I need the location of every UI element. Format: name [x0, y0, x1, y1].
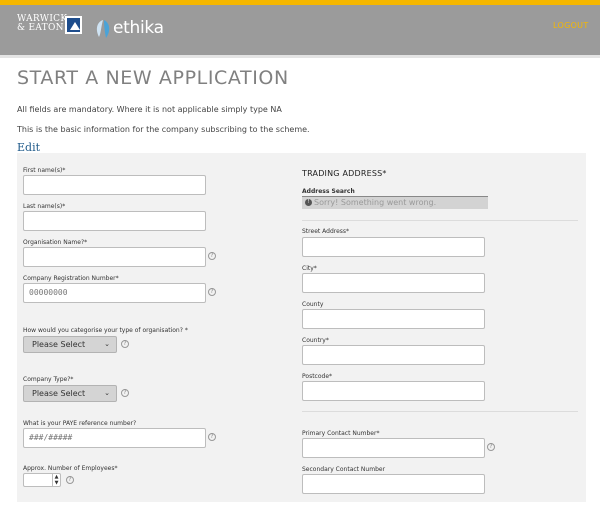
help-icon[interactable]: ? [66, 476, 74, 484]
company-reg-label: Company Registration Number* [23, 275, 119, 282]
country-field[interactable] [302, 345, 485, 365]
ethika-logo-text: ethika [113, 18, 164, 38]
address-search-error: ! Sorry! Something went wrong. [302, 196, 488, 209]
help-icon[interactable]: ? [487, 443, 495, 451]
city-field[interactable] [302, 273, 485, 293]
paye-label: What is your PAYE reference number? [23, 420, 137, 427]
city-label: City* [302, 265, 317, 272]
chevron-down-icon: ⌄ [104, 340, 110, 348]
org-type-selected: Please Select [32, 340, 86, 349]
postcode-label: Postcode* [302, 373, 333, 380]
logout-link[interactable]: LOGOUT [553, 21, 589, 30]
info-note: This is the basic information for the co… [17, 125, 310, 134]
address-search-message: Sorry! Something went wrong. [314, 198, 437, 207]
last-name-field[interactable] [23, 211, 206, 231]
divider [302, 411, 578, 412]
company-type-selected: Please Select [32, 389, 86, 398]
county-label: County [302, 301, 324, 308]
employees-label: Approx. Number of Employees* [23, 465, 118, 472]
divider [302, 220, 578, 221]
county-field[interactable] [302, 309, 485, 329]
help-icon[interactable]: ? [208, 252, 216, 260]
primary-phone-field[interactable] [302, 438, 485, 458]
org-type-select[interactable]: Please Select ⌄ [23, 336, 117, 353]
warwick-eaton-emblem-icon [65, 16, 82, 34]
org-type-label: How would you categorise your type of or… [23, 327, 188, 334]
help-icon[interactable]: ? [208, 288, 216, 296]
app-header [0, 5, 600, 55]
street-field[interactable] [302, 237, 485, 257]
primary-phone-label: Primary Contact Number* [302, 430, 380, 437]
header-shadow [0, 55, 600, 58]
help-icon[interactable]: ? [121, 340, 129, 348]
country-label: Country* [302, 337, 329, 344]
company-reg-field[interactable]: 00000000 [23, 283, 206, 303]
warning-icon: ! [305, 199, 312, 206]
company-type-select[interactable]: Please Select ⌄ [23, 385, 117, 402]
help-icon[interactable]: ? [208, 433, 216, 441]
secondary-phone-field[interactable] [302, 474, 485, 494]
org-name-field[interactable] [23, 247, 206, 267]
warwick-eaton-logo-text: WARWICK & EATON [17, 14, 68, 33]
employees-number-input[interactable]: ▲ ▼ [23, 473, 61, 487]
company-type-label: Company Type?* [23, 376, 74, 383]
mandatory-note: All fields are mandatory. Where it is no… [17, 105, 282, 114]
help-icon[interactable]: ? [121, 389, 129, 397]
spinner-icon[interactable]: ▲ ▼ [52, 474, 60, 486]
trading-address-title: TRADING ADDRESS* [302, 169, 387, 178]
paye-field[interactable]: ###/##### [23, 428, 206, 448]
address-search-label: Address Search [302, 188, 355, 195]
secondary-phone-label: Secondary Contact Number [302, 466, 386, 473]
last-name-label: Last name(s)* [23, 203, 66, 210]
first-name-label: First name(s)* [23, 167, 66, 174]
page-title: START A NEW APPLICATION [17, 67, 289, 89]
chevron-down-icon: ⌄ [104, 389, 110, 397]
postcode-field[interactable] [302, 381, 485, 401]
street-label: Street Address* [302, 228, 350, 235]
first-name-field[interactable] [23, 175, 206, 195]
ethika-leaf-icon [96, 20, 110, 38]
org-name-label: Organisation Name?* [23, 239, 88, 246]
